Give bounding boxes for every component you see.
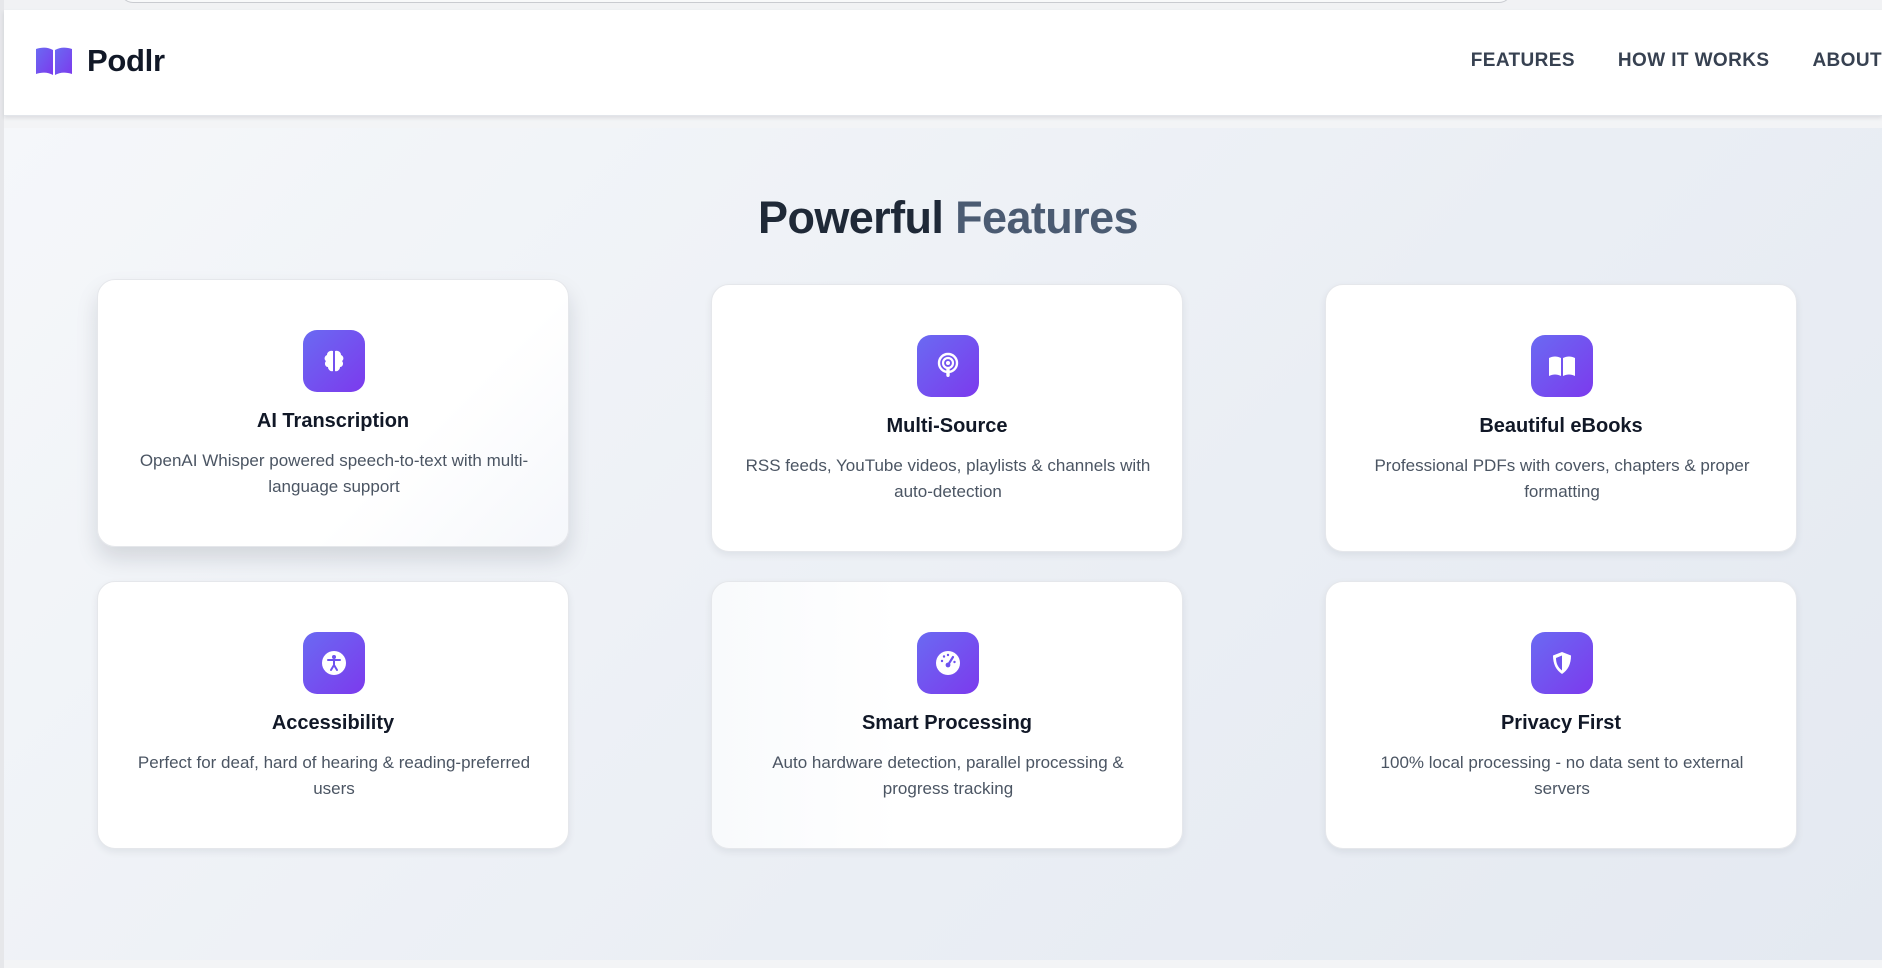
features-section: Powerful Features AI Transcription OpenA… <box>4 128 1882 960</box>
feature-description: Professional PDFs with covers, chapters … <box>1374 456 1750 501</box>
nav-link-how-it-works[interactable]: HOW IT WORKS <box>1618 50 1770 72</box>
feature-card-privacy-first[interactable]: Privacy First 100% local processing - no… <box>1325 581 1797 849</box>
feature-title: Smart Processing <box>861 712 1033 734</box>
site-header: Podlr FEATURES HOW IT WORKS ABOUT <box>4 10 1882 116</box>
accessibility-icon <box>303 632 365 694</box>
section-title-accent: Features <box>955 192 1138 243</box>
brain-icon <box>303 330 365 392</box>
shield-icon <box>1531 632 1593 694</box>
feature-card-accessibility[interactable]: Accessibility Perfect for deaf, hard of … <box>97 581 569 849</box>
feature-card-beautiful-ebooks[interactable]: Beautiful eBooks Professional PDFs with … <box>1325 284 1797 552</box>
feature-title: AI Transcription <box>256 410 410 432</box>
browser-top-strip <box>0 0 1882 10</box>
page: Podlr FEATURES HOW IT WORKS ABOUT Powerf… <box>0 0 1882 968</box>
feature-card-smart-processing[interactable]: Smart Processing Auto hardware detection… <box>711 581 1183 849</box>
feature-title: Multi-Source <box>886 415 1008 437</box>
feature-card-ai-transcription[interactable]: AI Transcription OpenAI Whisper powered … <box>97 279 569 547</box>
gauge-icon <box>917 632 979 694</box>
brand[interactable]: Podlr <box>35 43 165 79</box>
feature-title: Beautiful eBooks <box>1479 415 1643 437</box>
feature-description: Auto hardware detection, parallel proces… <box>772 753 1124 798</box>
book-open-icon <box>1531 335 1593 397</box>
podcast-icon <box>917 335 979 397</box>
main-nav: FEATURES HOW IT WORKS ABOUT <box>1471 50 1882 72</box>
feature-description: OpenAI Whisper powered speech-to-text wi… <box>139 451 529 496</box>
feature-description: Perfect for deaf, hard of hearing & read… <box>137 753 531 798</box>
feature-description: 100% local processing - no data sent to … <box>1380 753 1744 798</box>
nav-link-features[interactable]: FEATURES <box>1471 50 1575 72</box>
feature-title: Privacy First <box>1500 712 1622 734</box>
feature-title: Accessibility <box>271 712 395 734</box>
nav-link-about[interactable]: ABOUT <box>1812 50 1882 72</box>
feature-description: RSS feeds, YouTube videos, playlists & c… <box>745 456 1151 501</box>
scroll-bar-edge <box>120 0 1512 3</box>
book-icon <box>36 47 72 75</box>
section-title: Powerful Features <box>4 192 1882 244</box>
feature-card-multi-source[interactable]: Multi-Source RSS feeds, YouTube videos, … <box>711 284 1183 552</box>
brand-name: Podlr <box>87 43 165 78</box>
section-title-main: Powerful <box>758 192 944 243</box>
